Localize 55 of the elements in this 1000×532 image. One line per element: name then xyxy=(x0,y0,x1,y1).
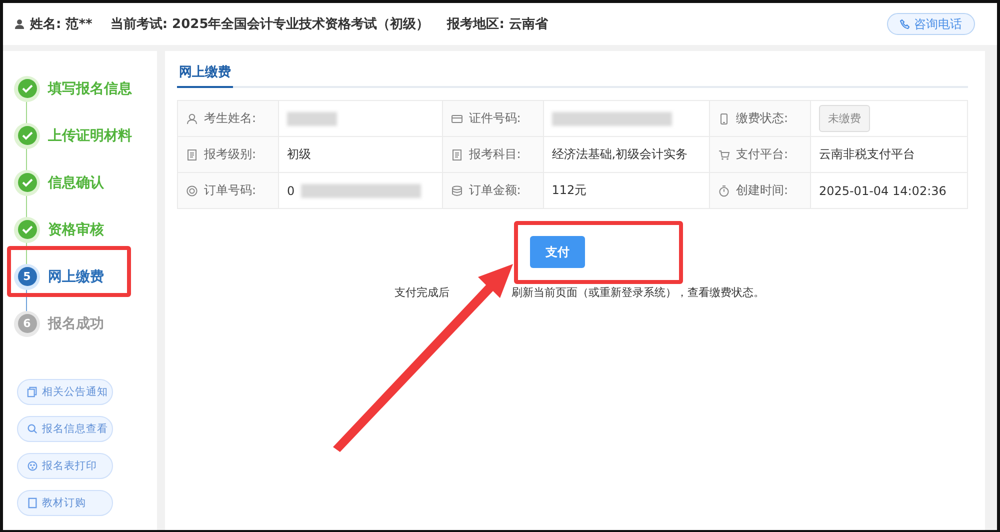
field-label: 订单金额: xyxy=(468,182,521,199)
pay-button[interactable]: 支付 xyxy=(530,236,585,268)
documents-icon xyxy=(27,386,38,398)
candidate-name: 姓名: 范** xyxy=(30,16,92,33)
field-label: 报考科目: xyxy=(468,146,521,163)
cart-icon xyxy=(718,148,730,160)
payment-note: 刷新当前页面（或重新登录系统），查看缴费状态。 xyxy=(512,285,764,300)
step-label: 上传证明材料 xyxy=(48,126,132,144)
field-label: 报考级别: xyxy=(204,146,256,163)
status-tag: 未缴费 xyxy=(818,105,870,132)
step-marker: 6 xyxy=(14,310,40,336)
database-icon xyxy=(450,184,463,196)
field-value: 初级 xyxy=(287,147,311,161)
palette-icon xyxy=(27,460,38,472)
check-icon xyxy=(22,178,32,187)
step-label: 信息确认 xyxy=(48,174,104,192)
person-icon xyxy=(186,112,198,124)
field-label: 支付平台: xyxy=(736,146,788,163)
check-icon xyxy=(22,131,32,140)
sidebar-link-button[interactable]: 报名表打印 xyxy=(17,453,113,479)
field-label: 考生姓名: xyxy=(204,110,256,127)
exam-region: 报考地区: 云南省 xyxy=(447,16,548,33)
tab[interactable]: 网上缴费 xyxy=(177,61,233,88)
document-icon xyxy=(450,148,463,160)
field-value: 0 xyxy=(287,184,295,198)
field-label: 订单号码: xyxy=(204,182,256,199)
field-label: 创建时间: xyxy=(736,182,788,199)
user-icon xyxy=(15,19,24,29)
step-label: 网上缴费 xyxy=(48,268,104,286)
redacted-text xyxy=(287,112,337,126)
payment-note: 支付完成后 xyxy=(394,285,450,300)
contact-button[interactable]: 咨询电话 xyxy=(887,13,975,35)
field-value: 112元 xyxy=(552,183,587,197)
phone-icon xyxy=(900,19,910,29)
card-icon xyxy=(450,112,463,124)
step-marker: 5 xyxy=(14,264,40,290)
field-value: 2025-01-04 14:02:36 xyxy=(818,184,946,198)
timer-icon xyxy=(718,184,730,196)
step-label: 报名成功 xyxy=(48,314,104,332)
sidebar-link-button[interactable]: 教材订购 xyxy=(17,490,113,516)
field-label: 缴费状态: xyxy=(736,110,788,127)
search-icon xyxy=(27,423,38,435)
step-label: 填写报名信息 xyxy=(48,80,132,98)
field-label: 证件号码: xyxy=(468,110,521,127)
sidebar-link-button[interactable]: 相关公告通知 xyxy=(17,379,113,405)
field-value: 经济法基础,初级会计实务 xyxy=(552,147,688,161)
sidebar-link-button[interactable]: 报名信息查看 xyxy=(17,416,113,442)
current-exam: 当前考试: 2025年全国会计专业技术资格考试（初级） xyxy=(110,16,430,33)
check-icon xyxy=(22,84,32,93)
book-icon xyxy=(27,497,38,509)
phone-icon xyxy=(718,112,730,124)
document-icon xyxy=(186,148,198,160)
step-label: 资格审核 xyxy=(48,220,104,238)
field-value: 云南非税支付平台 xyxy=(818,147,915,161)
check-icon xyxy=(22,225,32,234)
